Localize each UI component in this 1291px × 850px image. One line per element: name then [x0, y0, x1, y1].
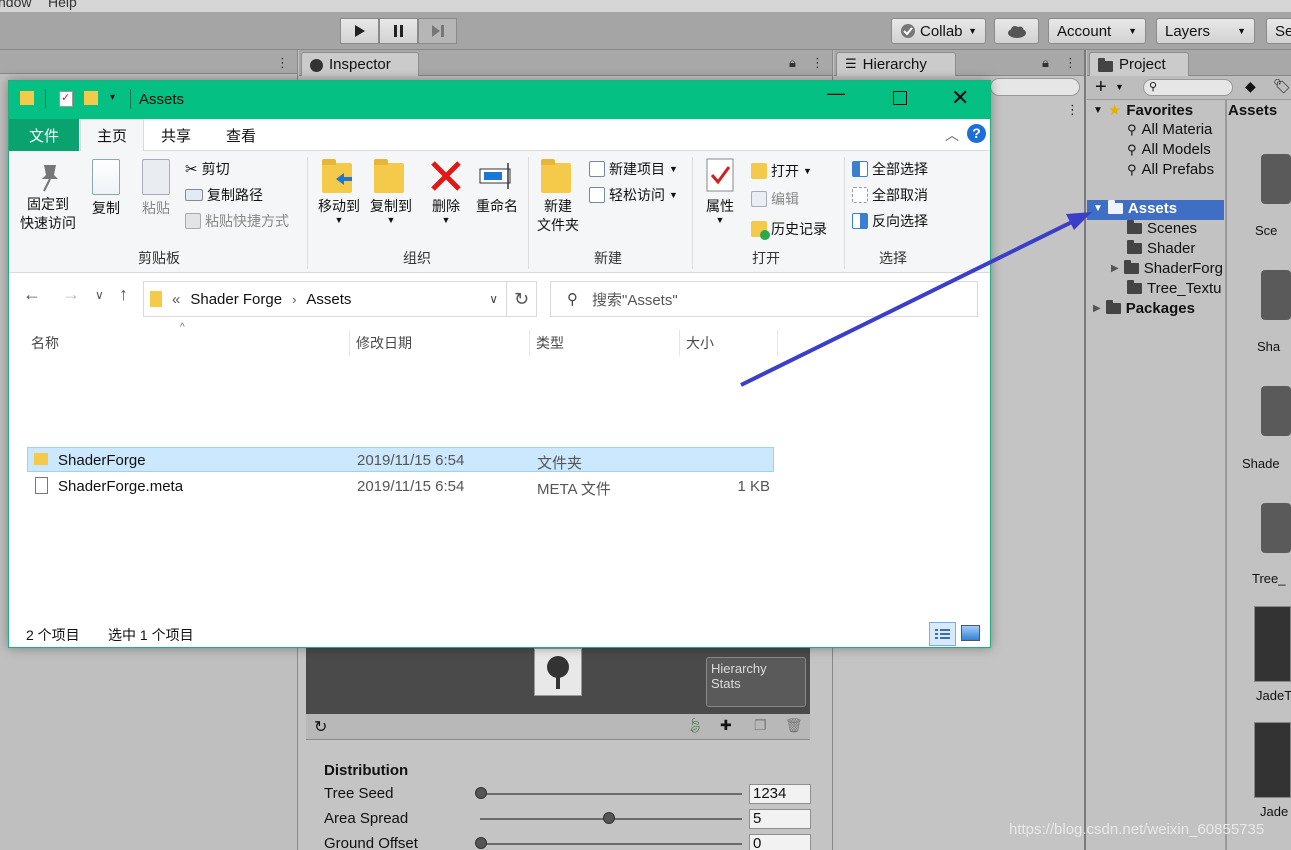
annotation-arrow — [740, 212, 1092, 387]
arrow-line — [740, 217, 1079, 387]
arrow-head — [1066, 212, 1092, 230]
